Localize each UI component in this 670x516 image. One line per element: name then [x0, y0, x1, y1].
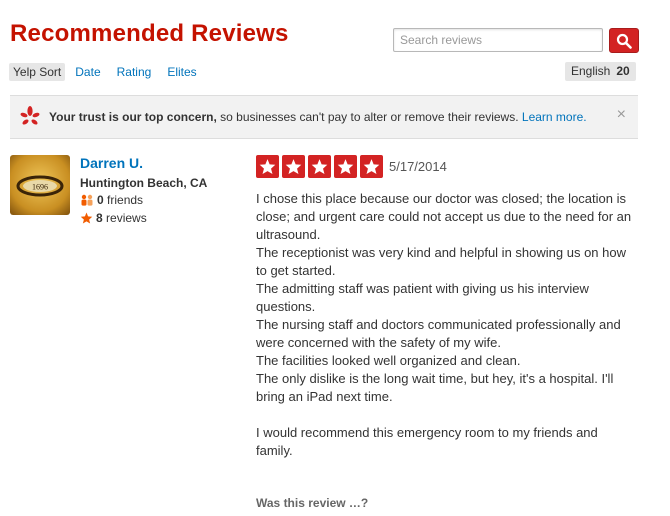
yelp-burst-icon [20, 106, 40, 125]
sort-yelp[interactable]: Yelp Sort [9, 63, 66, 81]
star-icon [363, 159, 380, 174]
sort-elites[interactable]: Elites [167, 65, 196, 79]
sort-date[interactable]: Date [75, 65, 100, 79]
trust-bold-text: Your trust is our top concern, [49, 110, 217, 124]
useful-prompt: Was this review …? [256, 496, 369, 510]
review-paragraph: I chose this place because our doctor wa… [256, 191, 632, 242]
rating-star [308, 155, 331, 178]
trust-message: Your trust is our top concern, so busine… [49, 110, 587, 124]
rating-star [360, 155, 383, 178]
star-icon [259, 159, 276, 174]
friends-label: friends [103, 193, 144, 207]
review-paragraph: The nursing staff and doctors communicat… [256, 317, 621, 350]
avatar[interactable]: 1696 [10, 155, 70, 215]
review-paragraph: The admitting staff was patient with giv… [256, 281, 589, 314]
language-count: 20 [616, 64, 630, 78]
rating-star [282, 155, 305, 178]
avatar-image: 1696 [10, 155, 70, 215]
review-paragraph: The facilities looked well organized and… [256, 353, 521, 368]
reviews-stat: 8 reviews [80, 211, 147, 225]
review-paragraph: The receptionist was very kind and helpf… [256, 245, 626, 278]
trust-banner: Your trust is our top concern, so busine… [10, 95, 638, 139]
star-icon [285, 159, 302, 174]
review-date: 5/17/2014 [389, 159, 447, 174]
friends-icon [81, 194, 93, 206]
reviews-count: 8 [96, 211, 103, 225]
sort-bar: Yelp Sort Date Rating Elites [9, 63, 213, 81]
review-paragraph: The only dislike is the long wait time, … [256, 371, 614, 404]
star-rating [256, 155, 383, 178]
friends-stat: 0 friends [80, 193, 143, 207]
trust-body-text: so businesses can't pay to alter or remo… [216, 110, 522, 124]
search-button[interactable] [609, 28, 639, 53]
rating-star [256, 155, 279, 178]
review-paragraph [256, 406, 636, 424]
star-icon [337, 159, 354, 174]
sort-rating[interactable]: Rating [117, 65, 152, 79]
close-icon[interactable]: × [617, 105, 626, 125]
star-icon [80, 212, 93, 224]
reviewer-name[interactable]: Darren U. [80, 155, 143, 171]
friends-count: 0 [97, 193, 104, 207]
language-label: English [571, 64, 611, 78]
page-title: Recommended Reviews [10, 20, 289, 47]
search-input[interactable] [393, 28, 603, 52]
reviewer-location: Huntington Beach, CA [80, 176, 208, 190]
learn-more-link[interactable]: Learn more. [522, 110, 587, 124]
star-icon [311, 159, 328, 174]
review-paragraph: I would recommend this emergency room to… [256, 425, 598, 458]
avatar-logo-text: 1696 [32, 183, 48, 192]
review-text: I chose this place because our doctor wa… [256, 190, 636, 460]
reviews-label: reviews [102, 211, 147, 225]
language-filter[interactable]: English 20 [565, 62, 636, 81]
rating-star [334, 155, 357, 178]
search-icon [616, 33, 632, 49]
